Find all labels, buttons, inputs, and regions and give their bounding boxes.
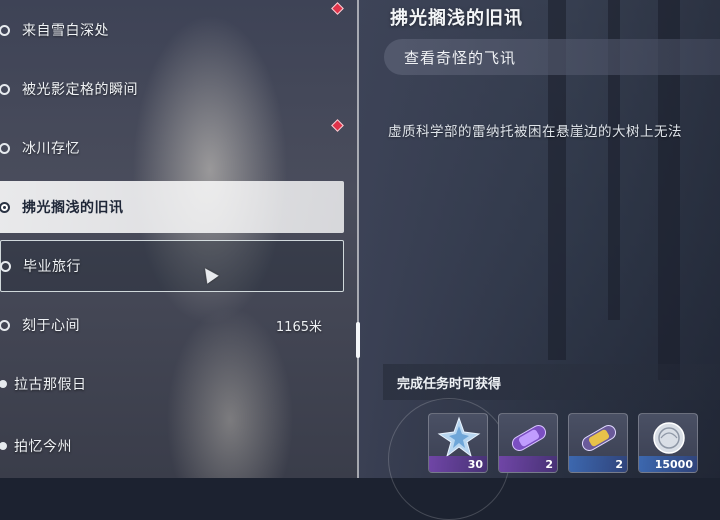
- dot-icon: [0, 380, 7, 388]
- radio-icon: [0, 142, 10, 154]
- quest-item[interactable]: 来自雪白深处: [0, 4, 344, 56]
- quest-label: 冰川存忆: [22, 141, 80, 157]
- reward-item[interactable]: 2: [498, 413, 558, 473]
- radio-icon: [0, 24, 10, 36]
- quest-item[interactable]: 拍忆今州: [0, 420, 344, 472]
- radio-icon: [0, 260, 11, 272]
- quest-item[interactable]: 拉古那假日: [0, 358, 344, 410]
- quest-distance: 1165米: [275, 319, 322, 335]
- quest-label: 毕业旅行: [23, 259, 81, 275]
- reward-qty: 15000: [654, 458, 693, 471]
- reward-item[interactable]: 30: [428, 413, 488, 473]
- gold-capsule-icon: [581, 425, 617, 451]
- quest-description: 虚质科学部的雷纳托被困在悬崖边的大树上无法: [388, 124, 682, 140]
- quest-item-hovered[interactable]: 毕业旅行: [0, 240, 344, 292]
- purple-capsule-icon: [511, 425, 547, 451]
- reward-item[interactable]: 2: [568, 413, 628, 473]
- quest-label: 拂光搁浅的旧讯: [22, 200, 124, 216]
- quest-label: 刻于心间: [22, 318, 80, 334]
- radio-selected-icon: [0, 201, 10, 213]
- list-scrollbar[interactable]: [356, 322, 360, 358]
- quest-item[interactable]: 刻于心间 1165米: [0, 299, 344, 351]
- quest-label: 拍忆今州: [14, 439, 72, 455]
- quest-item-selected[interactable]: 拂光搁浅的旧讯: [0, 181, 344, 233]
- shell-coin-icon: [653, 422, 685, 454]
- radio-icon: [0, 83, 10, 95]
- quest-label: 被光影定格的瞬间: [22, 82, 138, 98]
- dot-icon: [0, 442, 7, 450]
- quest-item[interactable]: 被光影定格的瞬间: [0, 63, 344, 115]
- panel-divider: [357, 0, 359, 478]
- reward-item[interactable]: 15000: [638, 413, 698, 473]
- quest-label: 拉古那假日: [14, 377, 87, 393]
- reward-qty: 2: [545, 458, 553, 471]
- reward-title: 完成任务时可获得: [397, 377, 502, 392]
- quest-title: 拂光搁浅的旧讯: [390, 8, 523, 29]
- quest-label: 来自雪白深处: [22, 23, 109, 39]
- quest-item[interactable]: 冰川存忆: [0, 122, 344, 174]
- star-crystal-icon: [437, 416, 481, 458]
- reward-qty: 2: [615, 458, 623, 471]
- radio-icon: [0, 319, 10, 331]
- reward-qty: 30: [467, 458, 483, 471]
- objective-text: 查看奇怪的飞讯: [404, 49, 517, 67]
